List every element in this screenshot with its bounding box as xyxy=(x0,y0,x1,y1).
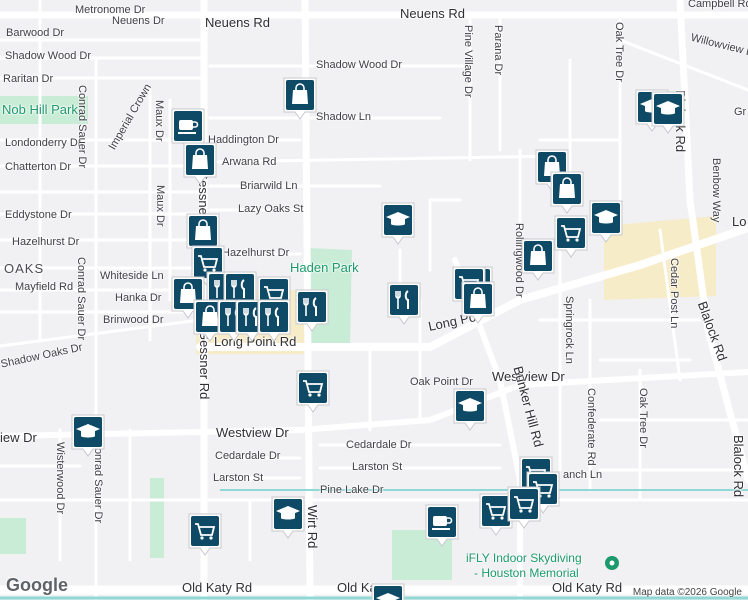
street-label: Neuens Dr xyxy=(112,15,165,27)
street-label: Hanka Dr xyxy=(115,292,162,304)
street-label: Conrad Sauer Dr xyxy=(76,85,88,169)
street-label: Chatterton Dr xyxy=(5,161,72,173)
street-label: Gr xyxy=(734,106,747,118)
street-label: Hazelhurst Dr xyxy=(222,247,290,259)
poi-label[interactable]: iFLY Indoor Skydiving xyxy=(466,551,582,565)
street-label: Haddington Dr xyxy=(208,134,279,146)
street-label: Neuens Rd xyxy=(205,15,271,30)
park-label: Nob Hill Park xyxy=(2,102,78,117)
street-label: Raritan Dr xyxy=(3,73,54,85)
school-marker[interactable] xyxy=(380,201,416,247)
street-label: Pine Village Dr xyxy=(462,25,474,98)
street-label: Shadow Ln xyxy=(316,111,372,123)
park-label: Haden Park xyxy=(290,260,359,275)
street-label: Londonderry Dr xyxy=(5,137,82,149)
street-label: Springrock Ln xyxy=(563,296,575,364)
shopping-bag-marker[interactable] xyxy=(520,237,556,283)
street-label: Blalock Rd xyxy=(731,435,746,498)
street-label: Shadow Wood Dr xyxy=(5,50,92,62)
google-logo: Google xyxy=(6,575,68,595)
school-marker[interactable] xyxy=(650,90,686,136)
street-label: Conrad Sauer Dr xyxy=(75,257,87,341)
shopping-bag-marker[interactable] xyxy=(182,141,218,187)
street-label: Pine Lake Dr xyxy=(320,484,384,496)
coffee-cup-marker[interactable] xyxy=(424,503,460,549)
school-marker[interactable] xyxy=(588,199,624,245)
school-marker[interactable] xyxy=(270,495,306,541)
shopping-cart-marker[interactable] xyxy=(506,485,542,531)
street-label: Cedar Post Ln xyxy=(668,258,680,329)
street-label: Neuens Rd xyxy=(400,6,466,21)
shopping-bag-marker[interactable] xyxy=(282,76,318,122)
shopping-bag-marker[interactable] xyxy=(460,280,496,326)
street-label: Wisterwood Dr xyxy=(54,442,66,515)
street-label: Old Katy Rd xyxy=(182,580,253,595)
school-marker[interactable] xyxy=(70,413,106,459)
shopping-cart-marker[interactable] xyxy=(187,512,223,558)
green-area xyxy=(150,478,164,558)
street-label: iew Dr xyxy=(0,430,37,445)
westview-drive xyxy=(0,369,748,439)
street-label: Wirt Rd xyxy=(305,505,320,549)
street-label: anch Ln xyxy=(563,469,603,481)
map-attribution: Map data ©2026 Google xyxy=(632,587,742,598)
shopping-cart-marker[interactable] xyxy=(295,369,331,415)
street-label: Cedardale Dr xyxy=(346,439,412,451)
street-label: Lazy Oaks St xyxy=(238,203,304,215)
street-label: Eddystone Dr xyxy=(5,209,72,221)
restaurant-marker[interactable] xyxy=(294,288,330,334)
street-label: Parana Dr xyxy=(492,25,504,76)
street-label: Benbow Way xyxy=(710,158,722,223)
street-label: Larston St xyxy=(352,461,403,473)
street-label: Old Katy Rd xyxy=(552,580,623,595)
street-label: Brinwood Dr xyxy=(103,314,164,326)
street-label: Oak Tree Dr xyxy=(613,22,625,82)
restaurant-marker[interactable] xyxy=(386,281,422,327)
street-label: Hazelhurst Dr xyxy=(12,236,80,248)
street-label: Larston St xyxy=(213,472,264,484)
school-marker[interactable] xyxy=(370,582,406,600)
street-label: Confederate Rd xyxy=(585,388,597,466)
shopping-cart-marker[interactable] xyxy=(553,214,589,260)
map-canvas[interactable]: Metronome Dr Neuens Dr Barwood Dr Shadow… xyxy=(0,0,748,600)
school-marker[interactable] xyxy=(452,387,488,433)
green-area xyxy=(0,518,26,554)
street-label: Briarwild Ln xyxy=(240,180,298,192)
street-label: Whiteside Ln xyxy=(100,270,164,282)
street-label: Lo xyxy=(732,214,747,229)
street-label: Campbell Rd xyxy=(688,0,748,10)
area-label: OAKS xyxy=(4,261,45,276)
street-label: Mayfield Rd xyxy=(15,281,74,293)
street-label: Barwood Dr xyxy=(6,27,65,39)
street-label: Westview Dr xyxy=(216,425,289,440)
street-label: Arwana Rd xyxy=(222,156,277,168)
restaurant-marker[interactable] xyxy=(256,298,292,344)
shopping-bag-marker[interactable] xyxy=(549,170,585,216)
street-label: Oak Tree Dr xyxy=(637,388,649,448)
poi-label[interactable]: - Houston Memorial xyxy=(474,566,579,580)
street-label: Shadow Wood Dr xyxy=(316,59,403,71)
street-label: Maux Dr xyxy=(153,100,165,142)
street-label: Maux Dr xyxy=(154,185,166,227)
street-label: Cedardale Dr xyxy=(215,450,281,462)
